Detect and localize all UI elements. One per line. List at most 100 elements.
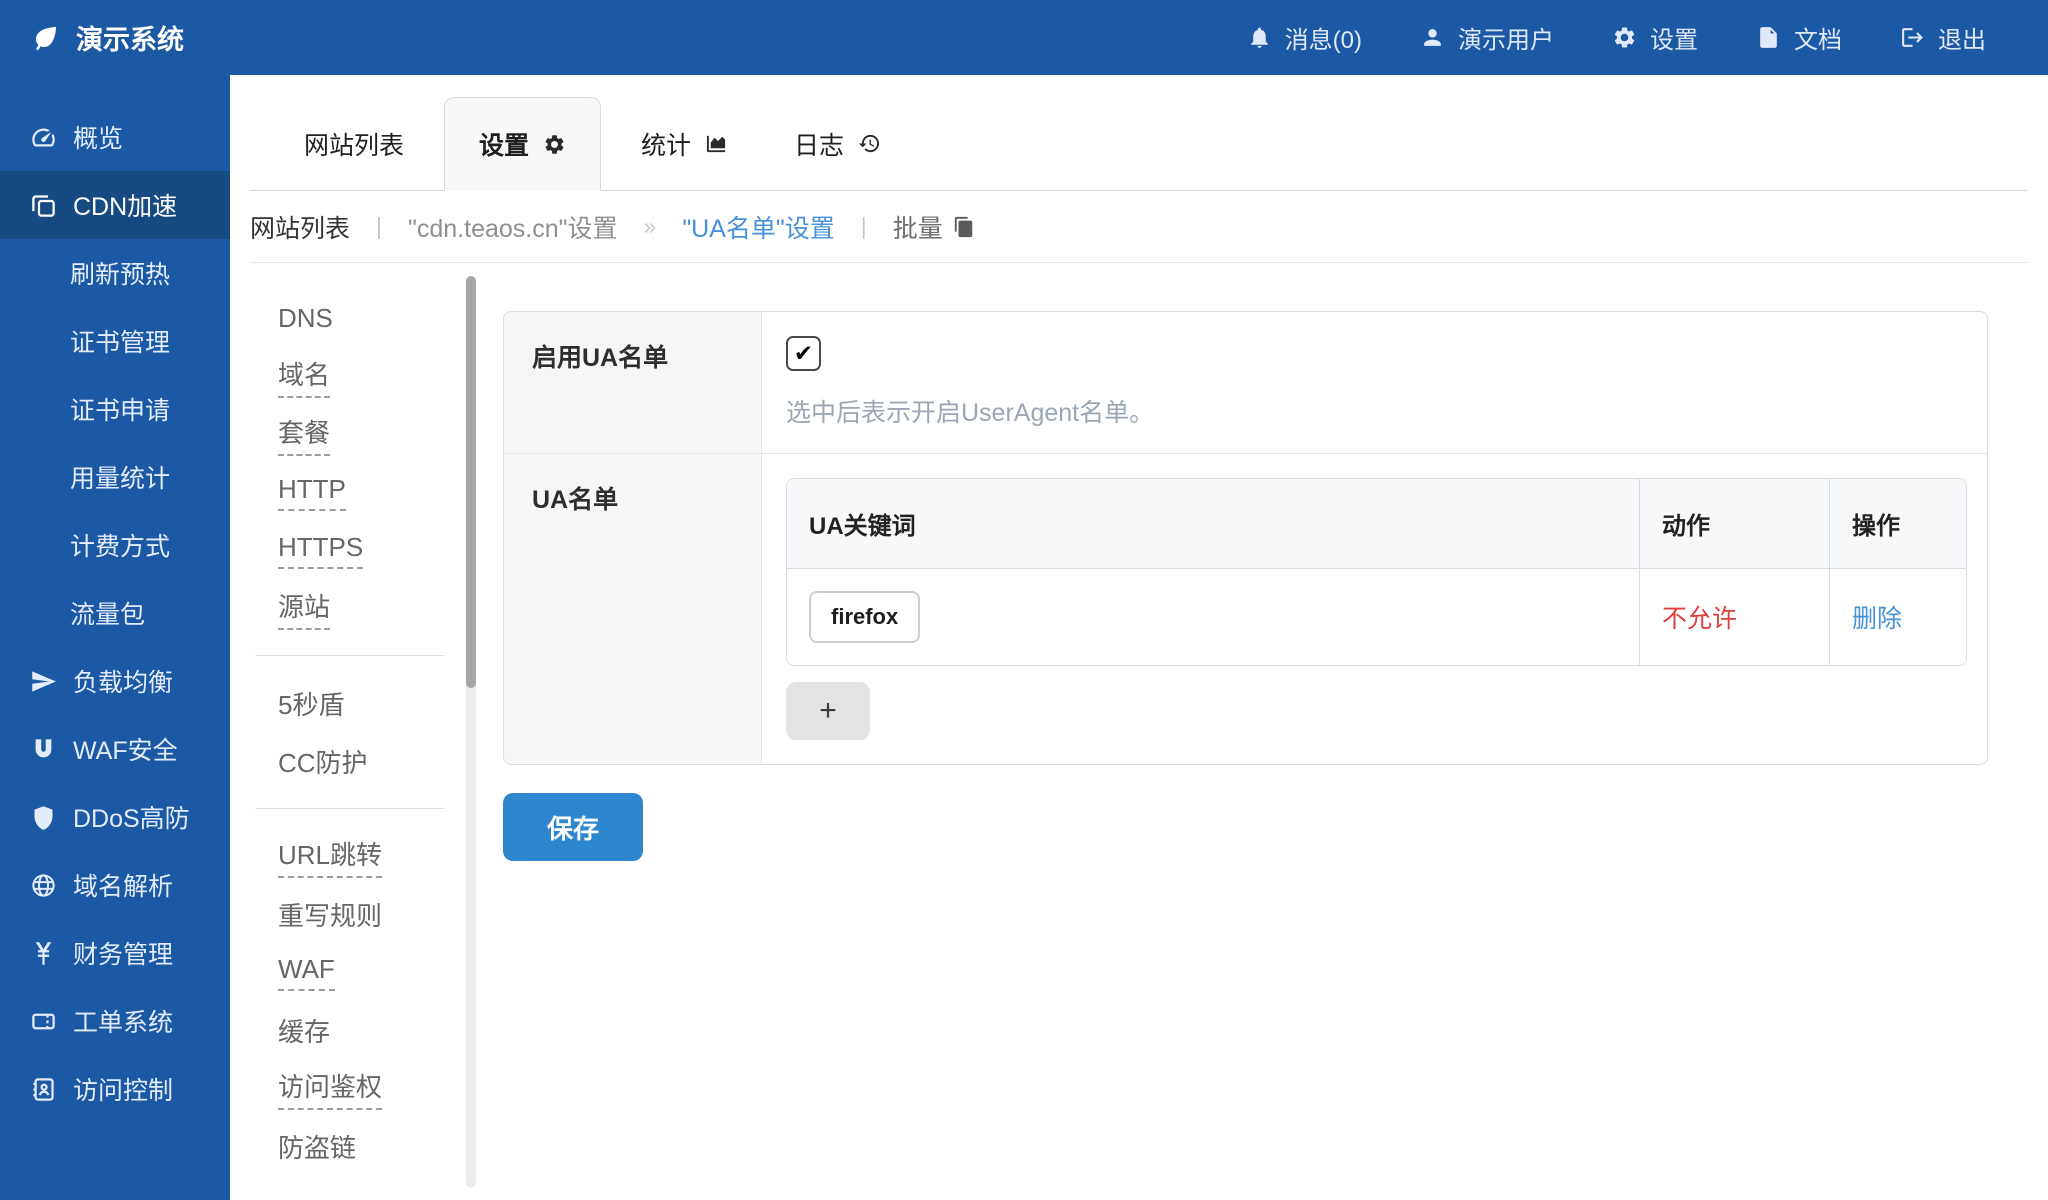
sidebar-item-label: 计费方式 [70,527,170,563]
header-nav-label: 设置 [1650,20,1698,55]
column-header-action: 动作 [1639,479,1829,569]
settings-menu-item[interactable]: 套餐 [255,405,476,463]
app-title: 演示系统 [76,18,184,57]
address-book-icon [28,1076,59,1103]
breadcrumb-item[interactable]: "cdn.teaos.cn"设置 [408,209,618,245]
settings-menu-item-label: HTTPS [278,532,363,569]
settings-menu-item-label: 套餐 [278,413,330,456]
sidebar-item[interactable]: 用量统计 [0,443,230,511]
settings-menu-item[interactable]: 源站 [255,579,476,637]
settings-menu-item[interactable]: 访问鉴权 [255,1059,476,1117]
sidebar-item-label: WAF安全 [73,731,178,767]
ua-keyword-chip[interactable]: firefox [809,591,920,643]
action-value: 不允许 [1662,605,1737,633]
tab-label: 网站列表 [304,126,404,162]
sidebar-item[interactable]: 概览 [0,103,230,171]
sidebar-item-label: 财务管理 [73,935,173,971]
breadcrumb-batch-button[interactable]: 批量 [893,209,975,245]
settings-menu-item[interactable]: WAF [255,943,476,1001]
sidebar-item-label: CDN加速 [73,187,177,223]
sidebar-item[interactable]: 刷新预热 [0,239,230,307]
app-logo[interactable]: 演示系统 [30,18,184,57]
save-button[interactable]: 保存 [503,793,643,861]
enable-ua-value: 选中后表示开启UserAgent名单。 [762,312,1987,453]
settings-menu-item[interactable]: 缓存 [255,1001,476,1059]
bell-icon [1247,25,1272,50]
sidebar-item[interactable]: 域名解析 [0,851,230,919]
table-row: firefox 不允许 删除 [787,569,1966,665]
globe-icon [28,872,59,899]
magnet-icon [28,736,59,763]
copy-icon [953,216,975,238]
header-nav-label: 演示用户 [1458,20,1554,55]
settings-menu-scrollbar[interactable] [466,276,476,1188]
tab-item[interactable]: 日志 [768,97,907,190]
settings-menu-item-label: 重写规则 [278,896,382,933]
ua-enable-checkbox[interactable] [786,336,821,371]
sidebar-item[interactable]: CDN加速 [0,171,230,239]
tab-item[interactable]: 设置 [444,97,601,191]
breadcrumb-item[interactable]: 网站列表 [250,209,350,245]
sidebar-item[interactable]: 负载均衡 [0,647,230,715]
chart-area-icon [705,132,728,155]
column-header-operation: 操作 [1829,479,1966,569]
tab-label: 统计 [641,126,691,162]
settings-menu-item-label: CC防护 [278,743,368,780]
settings-menu-item-label: URL跳转 [278,835,382,878]
breadcrumb-item[interactable]: "UA名单"设置 [682,209,834,245]
delete-link[interactable]: 删除 [1852,605,1902,633]
sidebar-item[interactable]: 访问控制 [0,1055,230,1123]
tab-item[interactable]: 统计 [615,97,754,190]
settings-menu-item[interactable]: URL跳转 [255,827,476,885]
settings-menu-item-label: 访问鉴权 [278,1067,382,1110]
sidebar-item[interactable]: 财务管理 [0,919,230,987]
settings-menu-item[interactable]: DNS [255,289,476,347]
sidebar-item[interactable]: 计费方式 [0,511,230,579]
header-nav-item[interactable]: 演示用户 [1420,20,1554,55]
header-nav-label: 消息(0) [1285,20,1362,55]
settings-menu-item-label: 缓存 [278,1012,330,1049]
header-nav-label: 文档 [1794,20,1842,55]
header-nav-item[interactable]: 文档 [1756,20,1842,55]
header-nav-label: 退出 [1938,20,1986,55]
header-nav-item[interactable]: 设置 [1612,20,1698,55]
enable-ua-label: 启用UA名单 [504,312,762,453]
yen-icon [28,940,59,967]
settings-menu-item[interactable]: CC防护 [255,732,476,790]
scrollbar-thumb[interactable] [466,276,476,688]
sidebar-item-label: 访问控制 [73,1071,173,1107]
tab-item[interactable]: 网站列表 [278,97,430,190]
main-content: 网站列表设置统计日志 网站列表|"cdn.teaos.cn"设置»"UA名单"设… [230,75,2048,1200]
settings-menu-item[interactable]: HTTPS [255,521,476,579]
sidebar-item[interactable]: 证书管理 [0,307,230,375]
sidebar-item[interactable]: DDoS高防 [0,783,230,851]
sidebar-item-label: 概览 [73,119,123,155]
add-row-button[interactable]: + [786,682,870,740]
settings-menu-item-label: 源站 [278,587,330,630]
breadcrumb-separator: | [376,213,382,240]
settings-menu-item[interactable]: 5秒盾 [255,674,476,732]
sidebar-item[interactable]: 工单系统 [0,987,230,1055]
header-nav-item[interactable]: 消息(0) [1247,20,1362,55]
sidebar-item[interactable]: 证书申请 [0,375,230,443]
settings-menu-item[interactable]: HTTP [255,463,476,521]
sidebar-item-label: 负载均衡 [73,663,173,699]
column-header-keyword: UA关键词 [787,479,1639,569]
settings-menu-item[interactable]: 域名 [255,347,476,405]
sidebar-item-label: 域名解析 [73,867,173,903]
header-nav-item[interactable]: 退出 [1900,20,1986,55]
sidebar-item[interactable]: 流量包 [0,579,230,647]
sidebar-item-label: 证书管理 [70,323,170,359]
sidebar-item[interactable]: WAF安全 [0,715,230,783]
ticket-icon [28,1008,59,1035]
history-icon [858,132,881,155]
gear-icon [1612,25,1637,50]
menu-group-divider [255,655,445,656]
sidebar-item-label: 证书申请 [70,391,170,427]
settings-menu-item[interactable]: 重写规则 [255,885,476,943]
gauge-icon [28,124,59,151]
settings-menu-item-label: HTTP [278,474,346,511]
gear-icon [543,133,566,156]
settings-menu-item[interactable]: 防盗链 [255,1117,476,1175]
leaf-icon [30,23,60,53]
